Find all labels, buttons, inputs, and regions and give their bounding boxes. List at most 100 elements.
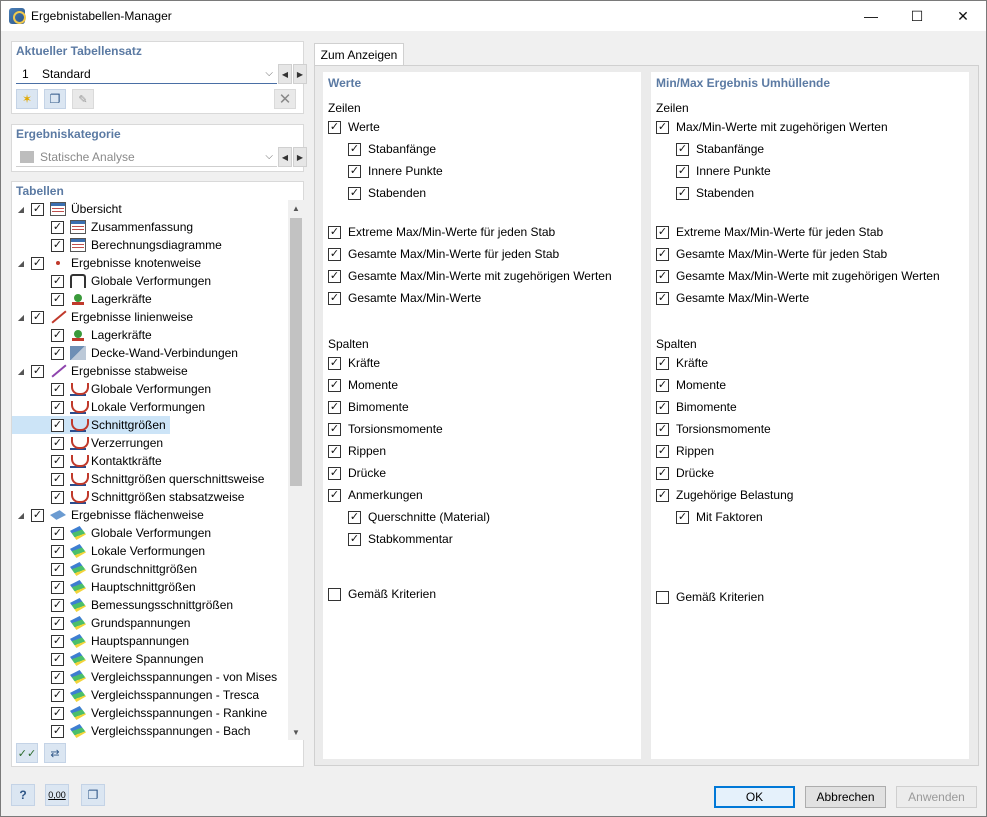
values-criteria-checkbox[interactable]: Gemäß Kriterien [328,585,436,603]
cancel-button[interactable]: Abbrechen [805,786,886,808]
checkbox[interactable] [51,580,64,594]
option-checkbox[interactable]: Momente [656,376,726,394]
tree-item[interactable]: Schnittgrößen [12,416,170,434]
option-checkbox[interactable]: Max/Min-Werte mit zugehörigen Werten [656,118,888,136]
expander-icon[interactable]: ◢ [16,259,26,268]
option-checkbox[interactable]: Stabkommentar [348,530,453,548]
tree-item[interactable]: Lokale Verformungen [12,542,209,560]
new-tableset-button[interactable]: ✶ [16,89,38,109]
apply-button[interactable]: Anwenden [896,786,977,808]
minimize-button[interactable]: — [848,1,894,31]
option-checkbox[interactable]: Stabenden [348,184,426,202]
checkbox[interactable] [656,269,669,283]
tree-category[interactable]: ◢ Ergebnisse knotenweise [12,254,205,272]
close-button[interactable]: ✕ [940,1,986,31]
checkbox[interactable] [31,256,44,270]
option-checkbox[interactable]: Gesamte Max/Min-Werte für jeden Stab [328,245,559,263]
expander-icon[interactable]: ◢ [16,511,26,520]
tree-item[interactable]: Bemessungsschnittgrößen [12,596,237,614]
tree-item[interactable]: Hauptspannungen [12,632,193,650]
checkbox[interactable] [328,444,341,458]
tree-item[interactable]: Vergleichsspannungen - Rankine [12,704,271,722]
checkbox[interactable] [656,225,669,239]
expander-icon[interactable]: ◢ [16,367,26,376]
option-checkbox[interactable]: Rippen [656,442,714,460]
tree-item[interactable]: Schnittgrößen stabsatzweise [12,488,248,506]
checkbox[interactable] [51,418,64,432]
delete-tableset-button[interactable]: ✕ [274,89,296,109]
checkbox[interactable] [328,225,341,239]
option-checkbox[interactable]: Anmerkungen [328,486,423,504]
checkbox[interactable] [656,120,669,134]
checkbox[interactable] [348,142,361,156]
copy-tableset-button[interactable]: ❐ [44,89,66,109]
tree-category[interactable]: ◢ Ergebnisse flächenweise [12,506,208,524]
expander-icon[interactable]: ◢ [16,205,26,214]
option-checkbox[interactable]: Torsionsmomente [328,420,443,438]
tree-item[interactable]: Vergleichsspannungen - von Mises [12,668,281,686]
checkbox[interactable] [51,616,64,630]
checkbox[interactable] [328,120,341,134]
tree-item[interactable]: Lokale Verformungen [12,398,209,416]
checkbox[interactable] [51,688,64,702]
checkbox[interactable] [31,202,44,216]
help-button[interactable]: ? [11,784,35,806]
checkbox[interactable] [348,186,361,200]
uncheck-all-button[interactable]: ⇄ [44,743,66,763]
category-select[interactable]: Statische Analyse ⌵ [16,147,277,167]
checkbox[interactable] [51,562,64,576]
checkbox[interactable] [676,186,689,200]
option-checkbox[interactable]: Gesamte Max/Min-Werte mit zugehörigen We… [656,267,940,285]
checkbox[interactable] [51,670,64,684]
checkbox[interactable] [51,292,64,306]
decimals-button[interactable]: 0,00 [45,784,69,806]
checkbox[interactable] [656,488,669,502]
checkbox[interactable] [51,472,64,486]
option-checkbox[interactable]: Gesamte Max/Min-Werte [328,289,481,307]
checkbox[interactable] [31,508,44,522]
option-checkbox[interactable]: Stabenden [676,184,754,202]
checkbox[interactable] [656,466,669,480]
checkbox[interactable] [656,422,669,436]
tab-zum-anzeigen[interactable]: Zum Anzeigen [314,43,404,66]
tree-item[interactable]: Schnittgrößen querschnittsweise [12,470,268,488]
tree-scrollbar[interactable]: ▲ ▼ [288,200,304,740]
checkbox[interactable] [51,220,64,234]
checkbox[interactable] [51,598,64,612]
option-checkbox[interactable]: Rippen [328,442,386,460]
option-checkbox[interactable]: Querschnitte (Material) [348,508,490,526]
tree-item[interactable]: Lagerkräfte [12,326,156,344]
tree-item[interactable]: Zusammenfassung [12,218,197,236]
checkbox[interactable] [676,510,689,524]
tree-item[interactable]: Vergleichsspannungen - Tresca [12,686,263,704]
option-checkbox[interactable]: Drücke [656,464,714,482]
option-checkbox[interactable]: Gesamte Max/Min-Werte für jeden Stab [656,245,887,263]
checkbox[interactable] [328,488,341,502]
scroll-down-icon[interactable]: ▼ [288,724,304,740]
tree-item[interactable]: Decke-Wand-Verbindungen [12,344,242,362]
checkbox[interactable] [31,364,44,378]
checkbox[interactable] [656,378,669,392]
checkbox[interactable] [51,724,64,738]
checkbox[interactable] [348,532,361,546]
tree-item[interactable]: Grundspannungen [12,614,194,632]
tree-item[interactable]: Vergleichsspannungen - Bach [12,722,254,740]
tree-item[interactable]: Globale Verformungen [12,524,215,542]
tree-item[interactable]: Globale Verformungen [12,380,215,398]
checkbox[interactable] [51,706,64,720]
tree-item[interactable]: Lagerkräfte [12,290,156,308]
tree-category[interactable]: ◢ Übersicht [12,200,126,218]
checkbox[interactable] [328,422,341,436]
option-checkbox[interactable]: Mit Faktoren [676,508,763,526]
checkbox[interactable] [656,590,669,604]
checkbox[interactable] [656,400,669,414]
checkbox[interactable] [51,544,64,558]
checkbox[interactable] [328,378,341,392]
envelope-criteria-checkbox[interactable]: Gemäß Kriterien [656,588,764,606]
previous-category-button[interactable]: ◀ [278,147,292,167]
checkbox[interactable] [328,356,341,370]
checkbox[interactable] [656,356,669,370]
option-checkbox[interactable]: Bimomente [656,398,737,416]
option-checkbox[interactable]: Innere Punkte [348,162,443,180]
tree-item[interactable]: Hauptschnittgrößen [12,578,200,596]
